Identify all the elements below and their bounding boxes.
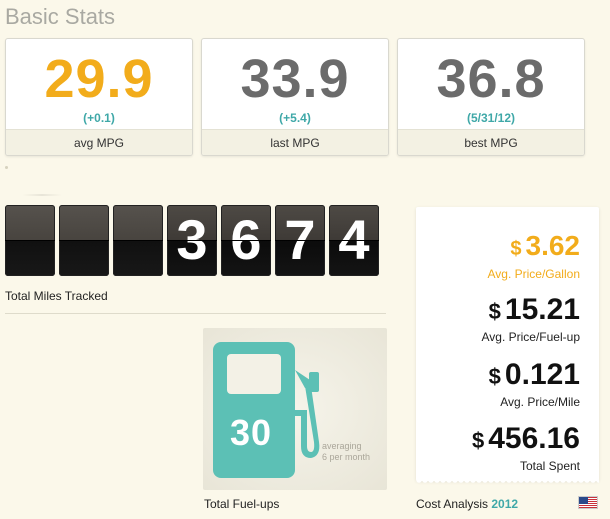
cost-total-spent: $456.16 Total Spent: [472, 422, 580, 473]
cost-label: Avg. Price/Fuel-up: [481, 330, 581, 344]
odometer-digit-value: 3: [176, 208, 208, 271]
decorative-line: [22, 194, 62, 196]
odometer-digit-value: 6: [230, 208, 262, 271]
dollar-sign: $: [488, 364, 501, 389]
cost-label: Avg. Price/Mile: [500, 395, 580, 409]
odometer-digit: [5, 205, 55, 276]
stat-card-last-mpg: 33.9 (+5.4) last MPG: [201, 38, 389, 156]
decorative-dot: [5, 166, 8, 169]
cost-avg-price-fuelup: $15.21 Avg. Price/Fuel-up: [482, 293, 581, 344]
cost-value: 456.16: [488, 422, 580, 455]
stat-label: best MPG: [398, 129, 584, 155]
odometer-digit-value: 7: [284, 208, 316, 271]
fuelups-count: 30: [230, 412, 273, 453]
stat-label: last MPG: [202, 129, 388, 155]
odometer-digit: 7: [275, 205, 325, 276]
cost-label: Total Spent: [519, 459, 580, 473]
stat-delta: (+5.4): [279, 111, 311, 125]
stat-card-avg-mpg: 29.9 (+0.1) avg MPG: [5, 38, 193, 156]
cost-value: 15.21: [504, 293, 580, 326]
odometer-digit: 4: [329, 205, 379, 276]
average-line2: 6 per month: [322, 452, 371, 462]
dollar-sign: $: [471, 428, 485, 453]
cost-avg-price-mile: $0.121 Avg. Price/Mile: [489, 358, 580, 409]
cost-analysis-label: Cost Analysis: [416, 497, 489, 511]
stat-label: avg MPG: [6, 129, 192, 155]
fuelups-average-note: averaging 6 per month: [322, 441, 370, 463]
cost-value: 0.121: [504, 358, 580, 391]
odometer-digit-value: 4: [338, 208, 370, 271]
stat-value: 36.8: [436, 49, 546, 109]
stat-value: 29.9: [44, 49, 154, 109]
stat-delta: (5/31/12): [466, 111, 516, 125]
fuelups-card: 30 averaging 6 per month: [203, 328, 387, 490]
odometer-digit: 6: [221, 205, 271, 276]
section-title: Basic Stats: [5, 4, 116, 29]
stat-card-best-mpg: 36.8 (5/31/12) best MPG: [397, 38, 585, 156]
stat-delta: (+0.1): [83, 111, 115, 125]
cost-analysis-footer: Cost Analysis 2012: [416, 497, 518, 511]
total-miles-label: Total Miles Tracked: [5, 289, 108, 303]
odometer: 3 6 7 4: [5, 205, 381, 276]
us-flag-icon[interactable]: [578, 496, 598, 509]
divider: [5, 313, 386, 314]
odometer-digit: [59, 205, 109, 276]
dollar-sign: $: [510, 238, 522, 260]
cost-avg-price-gallon: $3.62 Avg. Price/Gallon: [488, 229, 581, 281]
total-fuelups-label: Total Fuel-ups: [204, 497, 280, 511]
odometer-digit: 3: [167, 205, 217, 276]
dollar-sign: $: [488, 299, 501, 324]
cost-label: Avg. Price/Gallon: [487, 267, 581, 281]
cost-value: 3.62: [525, 230, 581, 261]
cost-analysis-year[interactable]: 2012: [491, 497, 518, 511]
stat-value: 33.9: [240, 49, 350, 109]
odometer-digit: [113, 205, 163, 276]
average-line1: averaging: [322, 441, 362, 451]
cost-analysis-card: $3.62 Avg. Price/Gallon $15.21 Avg. Pric…: [416, 207, 599, 486]
